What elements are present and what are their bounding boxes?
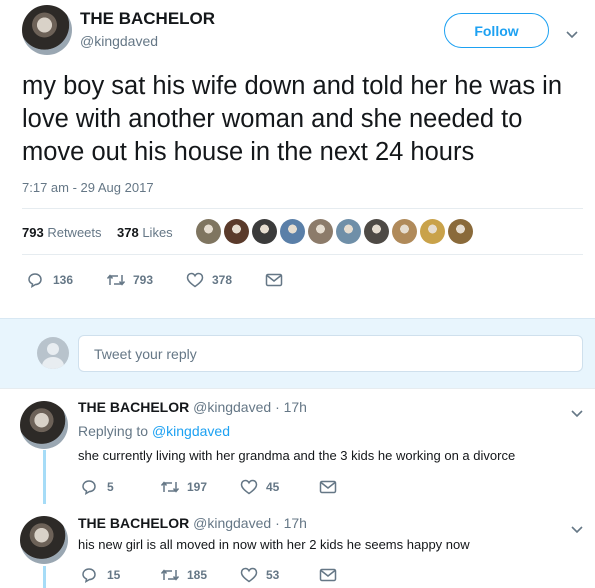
retweets-label: Retweets (47, 225, 102, 240)
thread-line (43, 566, 46, 588)
liker-avatar[interactable] (420, 219, 445, 244)
liker-avatar[interactable] (336, 219, 361, 244)
like-action[interactable]: 45 (240, 479, 279, 495)
like-count: 378 (212, 273, 233, 287)
reply-avatar[interactable] (20, 401, 68, 449)
likes-label: Likes (142, 225, 173, 240)
retweet-icon (106, 274, 126, 286)
replying-to-line: Replying to @kingdaved (78, 423, 230, 439)
retweets-count: 793 (22, 225, 44, 240)
reply-author-name[interactable]: THE BACHELOR (78, 515, 189, 531)
replying-to-link[interactable]: @kingdaved (152, 423, 230, 439)
chevron-down-icon[interactable] (566, 26, 578, 44)
divider (22, 254, 583, 255)
reply-author-handle[interactable]: @kingdaved (193, 399, 271, 415)
liker-avatar[interactable] (448, 219, 473, 244)
retweet-count: 185 (187, 568, 208, 582)
retweet-action[interactable]: 185 (160, 567, 207, 583)
reply-header: THE BACHELOR @kingdaved · 17h (78, 399, 307, 415)
reply-count: 136 (53, 273, 74, 287)
user-avatar-placeholder (37, 337, 69, 369)
reply-icon (82, 568, 96, 583)
reply-header: THE BACHELOR @kingdaved · 17h (78, 515, 307, 531)
liker-avatar[interactable] (196, 219, 221, 244)
thread-line (43, 450, 46, 504)
reply-icon (82, 480, 96, 495)
liker-avatar[interactable] (252, 219, 277, 244)
reply-text: his new girl is all moved in now with he… (78, 537, 470, 552)
reply-composer: Tweet your reply (0, 318, 595, 389)
reply-time[interactable]: · 17h (275, 399, 307, 415)
divider (0, 388, 595, 389)
retweets-stat[interactable]: 793 Retweets (22, 225, 102, 240)
retweet-icon (160, 481, 180, 493)
tweet-text: my boy sat his wife down and told her he… (22, 72, 563, 166)
tweet-reply-input[interactable]: Tweet your reply (78, 335, 583, 372)
like-count: 45 (266, 480, 280, 494)
retweet-action[interactable]: 197 (160, 479, 207, 495)
retweet-count: 793 (133, 273, 154, 287)
envelope-icon (319, 568, 337, 582)
reply-count: 5 (107, 480, 114, 494)
reply-author-name[interactable]: THE BACHELOR (78, 399, 189, 415)
author-name[interactable]: THE BACHELOR (80, 9, 215, 29)
author-avatar[interactable] (22, 5, 72, 55)
chevron-down-icon[interactable] (571, 405, 583, 423)
message-action[interactable] (319, 568, 337, 582)
replying-to-prefix: Replying to (78, 423, 149, 439)
retweet-action[interactable]: 793 (106, 272, 153, 288)
like-count: 53 (266, 568, 280, 582)
like-action[interactable]: 53 (240, 567, 279, 583)
reply-action[interactable]: 136 (26, 272, 73, 288)
follow-button[interactable]: Follow (444, 13, 549, 48)
liker-avatar[interactable] (308, 219, 333, 244)
message-action[interactable] (265, 273, 283, 287)
divider (22, 208, 583, 209)
envelope-icon (319, 480, 337, 494)
reply-count: 15 (107, 568, 121, 582)
reply-avatar[interactable] (20, 516, 68, 564)
liker-avatar[interactable] (392, 219, 417, 244)
liker-avatar[interactable] (224, 219, 249, 244)
chevron-down-icon[interactable] (571, 521, 583, 539)
reply-author-handle[interactable]: @kingdaved (193, 515, 271, 531)
liker-avatar[interactable] (364, 219, 389, 244)
retweet-icon (160, 569, 180, 581)
liker-avatars (196, 219, 473, 244)
author-handle[interactable]: @kingdaved (80, 33, 158, 49)
heart-icon (240, 479, 258, 495)
reply-time[interactable]: · 17h (275, 515, 307, 531)
like-action[interactable]: 378 (186, 272, 232, 288)
retweet-count: 197 (187, 480, 208, 494)
heart-icon (186, 272, 204, 288)
envelope-icon (265, 273, 283, 287)
tweet-timestamp[interactable]: 7:17 am - 29 Aug 2017 (22, 180, 154, 195)
reply-icon (28, 273, 42, 288)
reply-action[interactable]: 15 (80, 567, 120, 583)
message-action[interactable] (319, 480, 337, 494)
likes-count: 378 (117, 225, 139, 240)
heart-icon (240, 567, 258, 583)
likes-stat[interactable]: 378 Likes (117, 225, 173, 240)
reply-text: she currently living with her grandma an… (78, 448, 516, 463)
liker-avatar[interactable] (280, 219, 305, 244)
reply-action[interactable]: 5 (80, 479, 114, 495)
